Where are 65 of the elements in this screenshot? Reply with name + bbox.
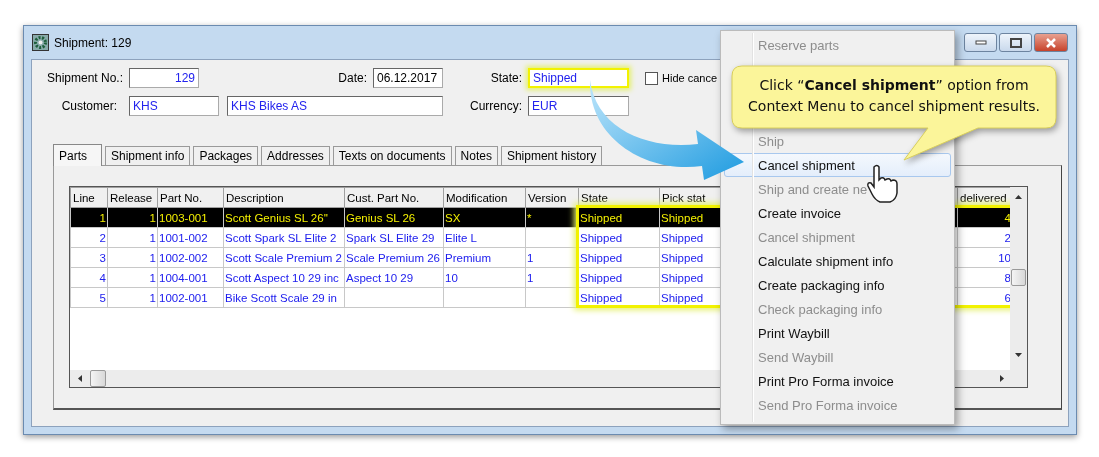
callout-text: Click “Cancel shipment” option from Context Menu to cancel shipment results. bbox=[747, 76, 1041, 116]
close-icon bbox=[1045, 37, 1057, 48]
date-field[interactable]: 06.12.2017 bbox=[373, 68, 443, 88]
table-cell: Scott Scale Premium 2 bbox=[223, 247, 345, 268]
tab[interactable]: Packages bbox=[193, 146, 259, 165]
scroll-thumb[interactable] bbox=[1011, 269, 1026, 286]
table-cell: 5 bbox=[70, 287, 108, 308]
tab[interactable]: Shipment info bbox=[105, 146, 191, 165]
scroll-thumb[interactable] bbox=[90, 370, 106, 387]
table-cell: 1004-001 bbox=[157, 267, 224, 288]
close-button[interactable] bbox=[1034, 33, 1068, 52]
table-cell: 1 bbox=[107, 247, 158, 268]
table-cell: 1001-002 bbox=[157, 227, 224, 248]
field-label: State: bbox=[489, 71, 522, 85]
customer-name-field[interactable]: KHS Bikes AS bbox=[227, 96, 443, 116]
table-cell: Aspect 10 29 bbox=[344, 267, 444, 288]
tab[interactable]: Shipment history bbox=[500, 146, 603, 165]
minimize-icon bbox=[974, 39, 987, 46]
window-title: Shipment: 129 bbox=[54, 35, 132, 50]
field-label: Shipment No.: bbox=[45, 71, 123, 85]
table-cell: Scott Aspect 10 29 inc bbox=[223, 267, 345, 288]
table-cell: Shipped bbox=[578, 227, 660, 248]
vertical-scrollbar[interactable] bbox=[1010, 187, 1027, 370]
table-cell: 1002-001 bbox=[157, 287, 224, 308]
tab[interactable]: Texts on documents bbox=[332, 146, 452, 165]
table-cell: 3 bbox=[70, 247, 108, 268]
table-cell: 4 bbox=[70, 267, 108, 288]
scroll-right-icon[interactable] bbox=[1000, 375, 1004, 382]
table-cell: Spark SL Elite 29 bbox=[344, 227, 444, 248]
menu-item[interactable]: Print Pro Forma invoice bbox=[724, 369, 951, 393]
shipment-number-field[interactable]: 129 bbox=[129, 68, 199, 88]
tab[interactable]: Addresses bbox=[261, 146, 330, 165]
table-cell: 1 bbox=[107, 267, 158, 288]
table-cell: 2 bbox=[70, 227, 108, 248]
field-label: Date: bbox=[337, 71, 367, 85]
maximize-icon bbox=[1009, 37, 1022, 48]
table-cell: Scott Spark SL Elite 2 bbox=[223, 227, 345, 248]
table-cell: Shipped bbox=[578, 267, 660, 288]
scroll-down-icon[interactable] bbox=[1015, 353, 1022, 357]
scroll-up-icon[interactable] bbox=[1015, 195, 1022, 199]
checkbox-label: Hide cance bbox=[662, 72, 718, 84]
table-cell: Premium bbox=[443, 247, 526, 268]
table-cell: 1002-002 bbox=[157, 247, 224, 268]
field-label: Customer: bbox=[60, 99, 117, 113]
checkbox[interactable] bbox=[645, 71, 658, 85]
tab[interactable]: Parts bbox=[53, 144, 102, 166]
table-cell: Shipped bbox=[578, 247, 660, 268]
menu-item[interactable]: Cancel shipment bbox=[724, 153, 951, 177]
gear-icon bbox=[32, 34, 49, 51]
table-cell: Elite L bbox=[443, 227, 526, 248]
state-field[interactable]: Shipped bbox=[528, 68, 629, 88]
currency-field[interactable]: EUR bbox=[528, 96, 629, 116]
table-cell: Scale Premium 26 bbox=[344, 247, 444, 268]
minimize-button[interactable] bbox=[964, 33, 997, 52]
table-cell: 10 bbox=[443, 267, 526, 288]
scroll-left-icon[interactable] bbox=[78, 375, 82, 382]
tab[interactable]: Notes bbox=[454, 146, 498, 165]
table-cell: 1 bbox=[107, 287, 158, 308]
menu-item[interactable]: Print Waybill bbox=[724, 321, 951, 345]
field-label: Currency: bbox=[469, 99, 522, 113]
table-cell: Bike Scott Scale 29 in bbox=[223, 287, 345, 308]
table-cell: 1 bbox=[107, 227, 158, 248]
table-cell: 1 bbox=[70, 207, 108, 228]
customer-code-field[interactable]: KHS bbox=[129, 96, 219, 116]
maximize-button[interactable] bbox=[999, 33, 1032, 52]
